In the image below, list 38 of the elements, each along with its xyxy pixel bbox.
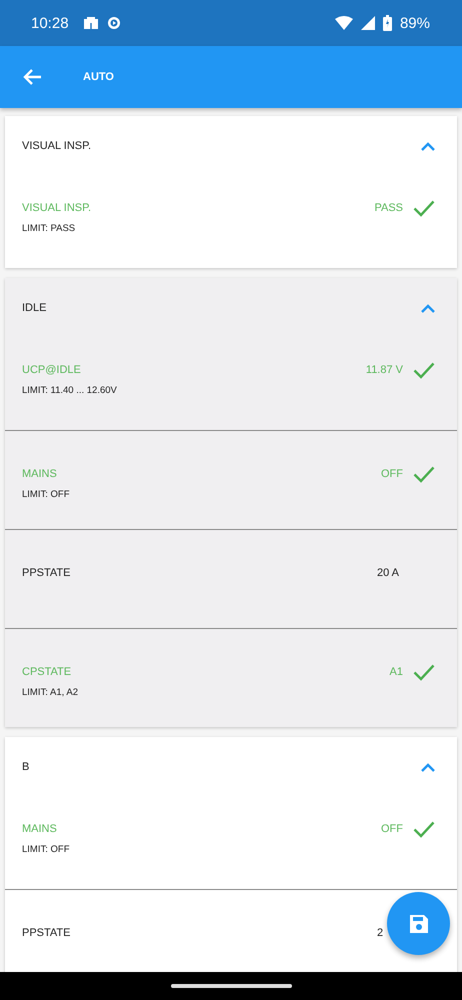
measurement-name: MAINS	[22, 468, 58, 480]
section-title: B	[22, 761, 30, 773]
check-icon	[413, 820, 435, 838]
check-icon	[413, 200, 435, 216]
measurement-value: PASS	[374, 202, 403, 214]
signal-icon	[360, 16, 375, 30]
section-title: VISUAL INSP.	[22, 140, 92, 152]
battery-icon	[382, 15, 392, 31]
clock: 10:28	[31, 14, 69, 32]
limit-text: LIMIT: OFF	[22, 489, 70, 500]
measurement-value: 20 A	[377, 567, 400, 579]
battery-percent: 89%	[400, 14, 430, 32]
limit-text: LIMIT: A1, A2	[22, 687, 78, 698]
measurement-name: PPSTATE	[22, 927, 72, 939]
measurement-value: 2	[377, 927, 384, 939]
measurement-value: A1	[390, 666, 403, 678]
measurement-name: VISUAL INSP.	[22, 202, 92, 214]
check-icon	[413, 362, 435, 378]
measurement-name: CPSTATE	[22, 666, 72, 678]
limit-text: LIMIT: OFF	[22, 844, 70, 855]
measurement-name: PPSTATE	[22, 567, 72, 579]
play-circle-icon	[106, 16, 121, 30]
wifi-icon	[334, 16, 353, 30]
measurement-name: MAINS	[22, 823, 58, 835]
check-icon	[413, 664, 435, 680]
chevron-up-icon[interactable]	[421, 304, 435, 312]
check-icon	[413, 466, 435, 482]
chevron-up-icon[interactable]	[421, 142, 435, 150]
home-handle[interactable]	[170, 984, 292, 988]
measurement-value: 11.87 V	[366, 364, 403, 376]
chevron-up-icon[interactable]	[421, 762, 435, 772]
section-title: IDLE	[22, 302, 46, 314]
limit-text: LIMIT: 11.40 ... 12.60V	[22, 385, 117, 396]
measurement-value: OFF	[381, 468, 403, 480]
measurement-value: OFF	[381, 823, 403, 835]
measurement-name: UCP@IDLE	[22, 364, 82, 376]
screen-title: AUTO	[83, 71, 114, 83]
limit-text: LIMIT: PASS	[22, 223, 76, 234]
